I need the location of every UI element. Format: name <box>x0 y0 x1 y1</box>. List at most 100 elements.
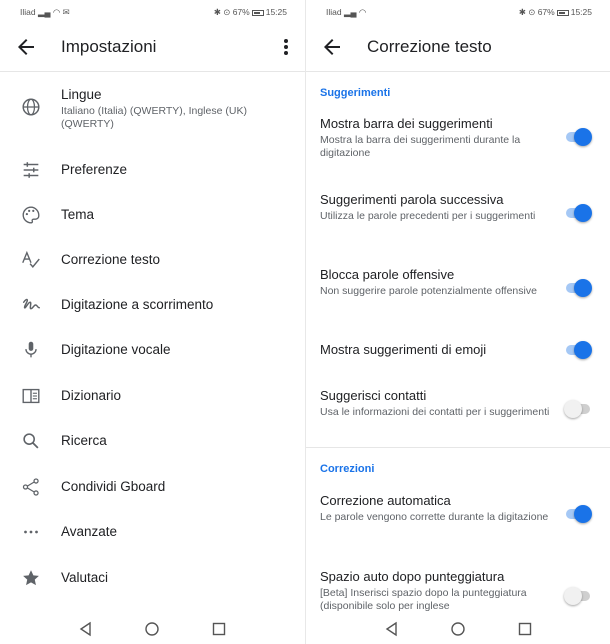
toggle-knob <box>574 128 592 146</box>
nav-recents-icon[interactable] <box>209 620 229 638</box>
setting-description: Usa le informazioni dei contatti per i s… <box>320 406 550 418</box>
correzione-testo-screen: Iliad ▂▄ ◠ ✱ ⊙ 67% 15:25 Correzione testo… <box>305 0 610 644</box>
toggle-knob <box>574 279 592 297</box>
settings-item-correzione-testo[interactable]: Correzione testo <box>0 246 305 274</box>
toggle-switch[interactable] <box>564 399 592 419</box>
setting-title: Suggerimenti parola successiva <box>320 192 504 207</box>
setting-title: Mostra barra dei suggerimenti <box>320 116 493 131</box>
more-horiz-icon <box>24 530 38 534</box>
setting-description: Le parole vengono corrette durante la di… <box>320 511 549 523</box>
setting-row[interactable]: Spazio auto dopo punteggiatura [Beta] In… <box>306 566 610 614</box>
back-arrow-icon[interactable] <box>320 35 344 59</box>
setting-description: [Beta] Inserisci spazio dopo la punteggi… <box>320 587 527 612</box>
nav-recents-icon[interactable] <box>515 620 535 638</box>
system-nav-bar <box>306 614 610 644</box>
nav-back-icon[interactable] <box>76 620 96 638</box>
toggle-switch[interactable] <box>564 586 592 606</box>
section-header-correzioni: Correzioni <box>320 463 375 475</box>
battery-percent: 67% <box>232 7 250 17</box>
setting-title: Spazio auto dopo punteggiatura <box>320 569 505 584</box>
nav-home-icon[interactable] <box>142 620 162 638</box>
settings-item-label: Valutaci <box>61 570 109 585</box>
gesture-icon <box>22 298 40 310</box>
status-bar: Iliad ▂▄ ◠ ✱ ⊙ 67% 15:25 <box>306 0 610 22</box>
toggle-switch[interactable] <box>564 203 592 223</box>
setting-description: Utilizza le parole precedenti per i sugg… <box>320 210 536 222</box>
nav-back-icon[interactable] <box>382 620 402 638</box>
globe-icon <box>22 98 40 116</box>
setting-row[interactable]: Mostra suggerimenti di emoji <box>306 338 610 362</box>
settings-item-tema[interactable]: Tema <box>0 201 305 229</box>
toggle-knob <box>574 341 592 359</box>
settings-item-label: Dizionario <box>61 388 122 403</box>
settings-item-ricerca[interactable]: Ricerca <box>0 427 305 455</box>
settings-item-label: Ricerca <box>61 433 107 448</box>
spellcheck-icon <box>22 250 40 269</box>
setting-title: Blocca parole offensive <box>320 267 455 282</box>
toggle-knob <box>564 587 582 605</box>
carrier-text: Iliad <box>326 7 342 17</box>
toggle-switch[interactable] <box>564 504 592 524</box>
palette-icon <box>22 206 40 224</box>
setting-title: Suggerisci contatti <box>320 388 427 403</box>
status-right: ✱ ⊙ 67% 15:25 <box>213 7 287 17</box>
section-divider <box>306 447 610 448</box>
setting-title: Correzione automatica <box>320 493 451 508</box>
settings-item-lingue[interactable]: Lingue Italiano (Italia) (QWERTY), Ingle… <box>0 82 305 142</box>
sliders-icon <box>23 162 39 178</box>
settings-item-label: Preferenze <box>61 162 128 177</box>
settings-item-condividi[interactable]: Condividi Gboard <box>0 473 305 501</box>
settings-item-label: Avanzate <box>61 524 118 539</box>
battery-icon <box>251 9 264 16</box>
app-bar: Impostazioni <box>0 22 305 72</box>
carrier-text: Iliad <box>20 7 36 17</box>
toggle-switch[interactable] <box>564 340 592 360</box>
settings-item-dizionario[interactable]: Dizionario <box>0 382 305 410</box>
status-right: ✱ ⊙ 67% 15:25 <box>518 7 592 17</box>
system-nav-bar <box>0 614 305 644</box>
setting-row[interactable]: Suggerisci contatti Usa le informazioni … <box>306 385 610 437</box>
carrier-label: Iliad ▂▄ ◠ ✉ <box>20 7 70 17</box>
search-icon <box>23 433 39 449</box>
settings-item-digitazione-scorrimento[interactable]: Digitazione a scorrimento <box>0 291 305 319</box>
status-bar: Iliad ▂▄ ◠ ✉ ✱ ⊙ 67% 15:25 <box>0 0 305 22</box>
settings-item-label: Digitazione vocale <box>61 342 171 357</box>
settings-item-preferenze[interactable]: Preferenze <box>0 156 305 184</box>
battery-icon <box>556 9 569 16</box>
overflow-menu-icon[interactable] <box>279 35 293 59</box>
setting-row[interactable]: Suggerimenti parola successiva Utilizza … <box>306 189 610 241</box>
toggle-knob <box>564 400 582 418</box>
toggle-knob <box>574 505 592 523</box>
setting-row[interactable]: Correzione automatica Le parole vengono … <box>306 490 610 542</box>
settings-item-label: Correzione testo <box>61 252 161 267</box>
clock-time: 15:25 <box>265 7 287 17</box>
carrier-label: Iliad ▂▄ ◠ <box>326 7 367 17</box>
settings-item-sublabel: Italiano (Italia) (QWERTY), Inglese (UK)… <box>61 105 247 130</box>
page-title: Impostazioni <box>61 37 157 56</box>
settings-item-label: Lingue <box>61 87 102 102</box>
settings-item-valutaci[interactable]: Valutaci <box>0 564 305 592</box>
toggle-switch[interactable] <box>564 127 592 147</box>
settings-item-digitazione-vocale[interactable]: Digitazione vocale <box>0 336 305 364</box>
settings-screen: Iliad ▂▄ ◠ ✉ ✱ ⊙ 67% 15:25 Impostazioni L… <box>0 0 305 644</box>
book-icon <box>22 388 40 404</box>
share-icon <box>22 478 39 496</box>
microphone-icon <box>25 341 37 358</box>
setting-row[interactable]: Mostra barra dei suggerimenti Mostra la … <box>306 113 610 165</box>
battery-percent: 67% <box>537 7 555 17</box>
setting-description: Non suggerire parole potenzialmente offe… <box>320 285 537 297</box>
nav-home-icon[interactable] <box>448 620 468 638</box>
settings-item-label: Condividi Gboard <box>61 479 166 494</box>
app-bar: Correzione testo <box>306 22 610 72</box>
setting-description: Mostra la barra dei suggerimenti durante… <box>320 134 521 159</box>
page-title: Correzione testo <box>367 37 492 56</box>
setting-row[interactable]: Blocca parole offensive Non suggerire pa… <box>306 264 610 316</box>
settings-item-label: Digitazione a scorrimento <box>61 297 214 312</box>
back-arrow-icon[interactable] <box>14 35 38 59</box>
settings-item-avanzate[interactable]: Avanzate <box>0 518 305 546</box>
toggle-knob <box>574 204 592 222</box>
toggle-switch[interactable] <box>564 278 592 298</box>
clock-time: 15:25 <box>570 7 592 17</box>
star-icon <box>23 570 39 586</box>
setting-title: Mostra suggerimenti di emoji <box>320 342 487 357</box>
